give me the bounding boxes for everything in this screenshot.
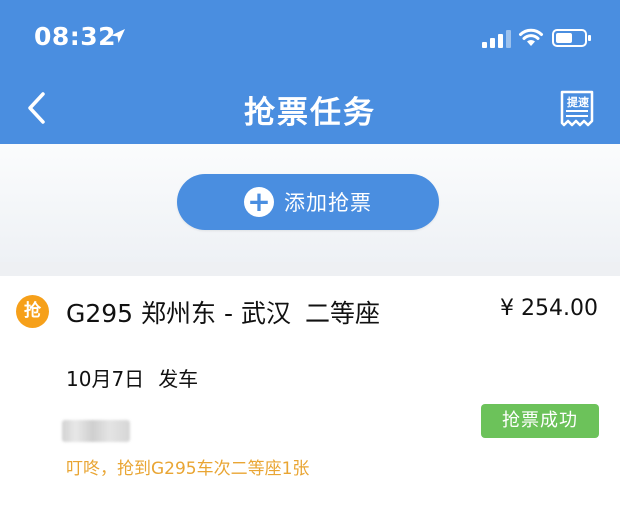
departure-date-row: 10月7日 发车: [66, 363, 198, 392]
departure-date: 10月7日: [66, 367, 145, 391]
grab-badge: 抢: [16, 295, 49, 328]
departure-label: 发车: [158, 367, 199, 391]
battery-icon: [552, 29, 591, 47]
add-ticket-label: 添加抢票: [284, 191, 372, 215]
seat-class: 二等座: [304, 299, 380, 328]
cellular-signal-icon: [482, 30, 511, 48]
redacted-passenger: [62, 420, 130, 442]
status-badge[interactable]: 抢票成功: [481, 404, 599, 438]
status-time: 08:32: [34, 22, 117, 51]
ticket-price: ¥ 254.00: [500, 296, 598, 321]
page-title: 抢票任务: [244, 95, 376, 131]
plus-circle-icon: +: [244, 187, 274, 217]
wifi-icon: [519, 28, 543, 46]
receipt-label: 提速: [567, 96, 589, 109]
train-route: G295 郑州东 - 武汉: [66, 299, 291, 328]
section-divider: [0, 262, 620, 276]
add-ticket-button[interactable]: + 添加抢票: [177, 174, 439, 230]
train-info: G295 郑州东 - 武汉 二等座: [66, 294, 380, 330]
success-notice: 叮咚，抢到G295车次二等座1张: [66, 459, 310, 479]
location-arrow-icon: [111, 29, 125, 43]
